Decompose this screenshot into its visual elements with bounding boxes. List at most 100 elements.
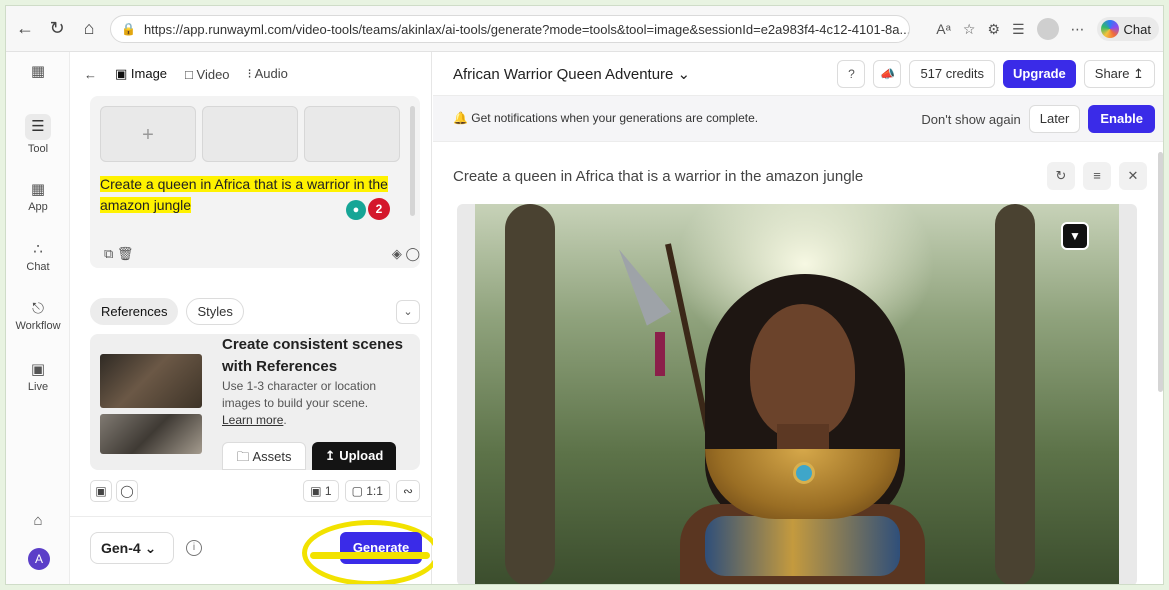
collar-gem: [793, 462, 815, 484]
apps-menu-icon[interactable]: ▦: [6, 62, 70, 83]
home-rail-icon[interactable]: ⌂: [6, 512, 70, 532]
close-icon[interactable]: ✕: [1119, 162, 1147, 190]
notification-banner: 🔔 Get notifications when your generation…: [433, 96, 1163, 142]
tab-styles[interactable]: Styles: [186, 298, 244, 325]
chevron-down-icon[interactable]: ⌄: [396, 299, 420, 324]
prompt-line-1: Create a queen in Africa that is a warri…: [100, 176, 388, 192]
tree-trunk: [505, 204, 555, 584]
settings-icon[interactable]: ∾: [395, 480, 420, 502]
tab-video-label: Video: [196, 66, 230, 82]
project-title-text: African Warrior Queen Adventure: [453, 66, 674, 83]
results-area: African Warrior Queen Adventure ⌄ ? 📣 51…: [433, 52, 1163, 584]
favorites-icon[interactable]: ☰: [1012, 21, 1025, 38]
rail-item-workflow[interactable]: ⎋ Workflow: [6, 300, 70, 332]
user-avatar[interactable]: A: [28, 548, 50, 570]
browser-actions: Aᵃ ☆ ⚙ ☰ ⋯ Chat: [936, 15, 1159, 43]
browser-toolbar: ← ↻ ⌂ 🔒 https://app.runwayml.com/video-t…: [6, 6, 1163, 52]
help-icon[interactable]: ?: [837, 60, 866, 88]
copilot-button[interactable]: Chat: [1096, 17, 1159, 41]
count-value: 1: [324, 484, 332, 498]
tab-image[interactable]: ▣ Image: [115, 66, 167, 82]
annotation-underline: [310, 552, 430, 559]
dont-show-again-button[interactable]: Don't show again: [921, 112, 1020, 127]
image-slot[interactable]: [304, 106, 400, 162]
spear-head: [606, 242, 672, 326]
generate-button[interactable]: Generate: [340, 532, 422, 564]
prompt-box[interactable]: + Create a queen in Africa that is a war…: [90, 96, 420, 268]
star-icon[interactable]: ☆: [963, 21, 976, 38]
share-button[interactable]: Share ↥: [1083, 60, 1155, 88]
later-button[interactable]: Later: [1028, 105, 1081, 133]
reader-mode-icon[interactable]: Aᵃ: [936, 21, 951, 37]
style-icon[interactable]: ◯: [116, 480, 138, 502]
live-icon: ▣: [30, 361, 46, 378]
references-body: Use 1-3 character or location images to …: [222, 379, 377, 410]
warrior-armor: [705, 516, 900, 576]
announcement-icon[interactable]: 📣: [873, 60, 902, 88]
generation-panel: ← ▣ Image □ Video ⁝ Audio + Create a que…: [70, 52, 440, 584]
prompt-scrollbar[interactable]: [410, 106, 415, 216]
menu-icon[interactable]: ≡: [1083, 162, 1111, 190]
reference-thumbnail: [100, 414, 202, 454]
image-slot[interactable]: [202, 106, 298, 162]
refresh-icon[interactable]: ↻: [44, 16, 70, 42]
divider: [70, 516, 432, 517]
rail-item-chat[interactable]: ∴ Chat: [6, 240, 70, 273]
tree-trunk: [995, 204, 1035, 584]
project-title[interactable]: African Warrior Queen Adventure ⌄: [453, 65, 690, 83]
rail-label: Live: [27, 381, 49, 393]
model-selector[interactable]: Gen-4 ⌄: [90, 532, 174, 564]
learn-more-link[interactable]: Learn more: [222, 413, 283, 427]
project-header: African Warrior Queen Adventure ⌄ ? 📣 51…: [433, 52, 1163, 96]
generated-image[interactable]: ▼: [475, 204, 1119, 584]
assets-button[interactable]: 🗀 Assets: [222, 442, 306, 470]
count-selector[interactable]: ▣ 1: [303, 480, 339, 502]
references-card: Create consistent scenes with References…: [90, 334, 420, 470]
rail-item-tool[interactable]: ☰ Tool: [6, 114, 70, 155]
credits-badge[interactable]: 517 credits: [909, 60, 996, 88]
generation-actions: ↻ ≡ ✕: [1047, 162, 1147, 190]
ratio-selector[interactable]: ▢ 1:1: [344, 480, 390, 502]
profile-icon[interactable]: [1036, 18, 1059, 40]
upgrade-button[interactable]: Upgrade: [1003, 60, 1076, 88]
tab-audio-label: Audio: [254, 66, 288, 81]
grammar-icon[interactable]: ●: [346, 200, 366, 220]
upload-label: Upload: [339, 448, 384, 463]
tab-references[interactable]: References: [90, 298, 179, 325]
workflow-icon: ⎋: [32, 300, 44, 317]
grammar-count-badge[interactable]: 2: [368, 198, 390, 220]
copy-icon[interactable]: ⧉ 🗑: [104, 246, 133, 262]
image-ref-icon[interactable]: ▣: [90, 480, 112, 502]
rail-item-app[interactable]: ▦ App: [6, 180, 70, 213]
rerun-icon[interactable]: ↻: [1047, 162, 1075, 190]
rail-label: Chat: [26, 261, 50, 273]
enhance-icon[interactable]: ◈ ◯: [392, 246, 420, 262]
address-bar[interactable]: 🔒 https://app.runwayml.com/video-tools/t…: [110, 15, 910, 43]
generated-image-container: ▼: [457, 204, 1137, 584]
add-image-slot[interactable]: +: [100, 106, 196, 162]
ratio-value: 1:1: [366, 484, 383, 498]
home-icon[interactable]: ⌂: [76, 16, 102, 42]
rail-label: Tool: [27, 143, 49, 155]
tool-icon: ☰: [25, 114, 51, 140]
rail-item-live[interactable]: ▣ Live: [6, 360, 70, 393]
lock-icon: 🔒: [121, 22, 136, 36]
more-icon[interactable]: ⋯: [1071, 21, 1085, 38]
extensions-icon[interactable]: ⚙: [987, 21, 1000, 38]
upload-button[interactable]: ↥ Upload: [312, 442, 396, 470]
back-arrow-icon[interactable]: ←: [84, 67, 97, 82]
spear-tassel: [655, 332, 665, 376]
dislike-icon[interactable]: ▼: [1061, 222, 1089, 250]
prompt-line-2: amazon jungle: [100, 197, 192, 213]
header-actions: ? 📣 517 credits Upgrade Share ↥: [837, 60, 1155, 88]
reference-tabs: References Styles ⌄: [90, 298, 420, 325]
results-scrollbar[interactable]: [1158, 152, 1163, 392]
enable-button[interactable]: Enable: [1088, 105, 1155, 133]
info-icon[interactable]: i: [186, 540, 202, 556]
back-icon[interactable]: ←: [12, 16, 38, 42]
chat-icon: ∴: [33, 241, 43, 258]
tab-video[interactable]: □ Video: [185, 67, 229, 82]
tab-audio[interactable]: ⁝ Audio: [248, 66, 288, 82]
copilot-icon: [1100, 20, 1119, 38]
generation-options: ▣ ◯ ▣ 1 ▢ 1:1 ∾: [90, 480, 420, 502]
